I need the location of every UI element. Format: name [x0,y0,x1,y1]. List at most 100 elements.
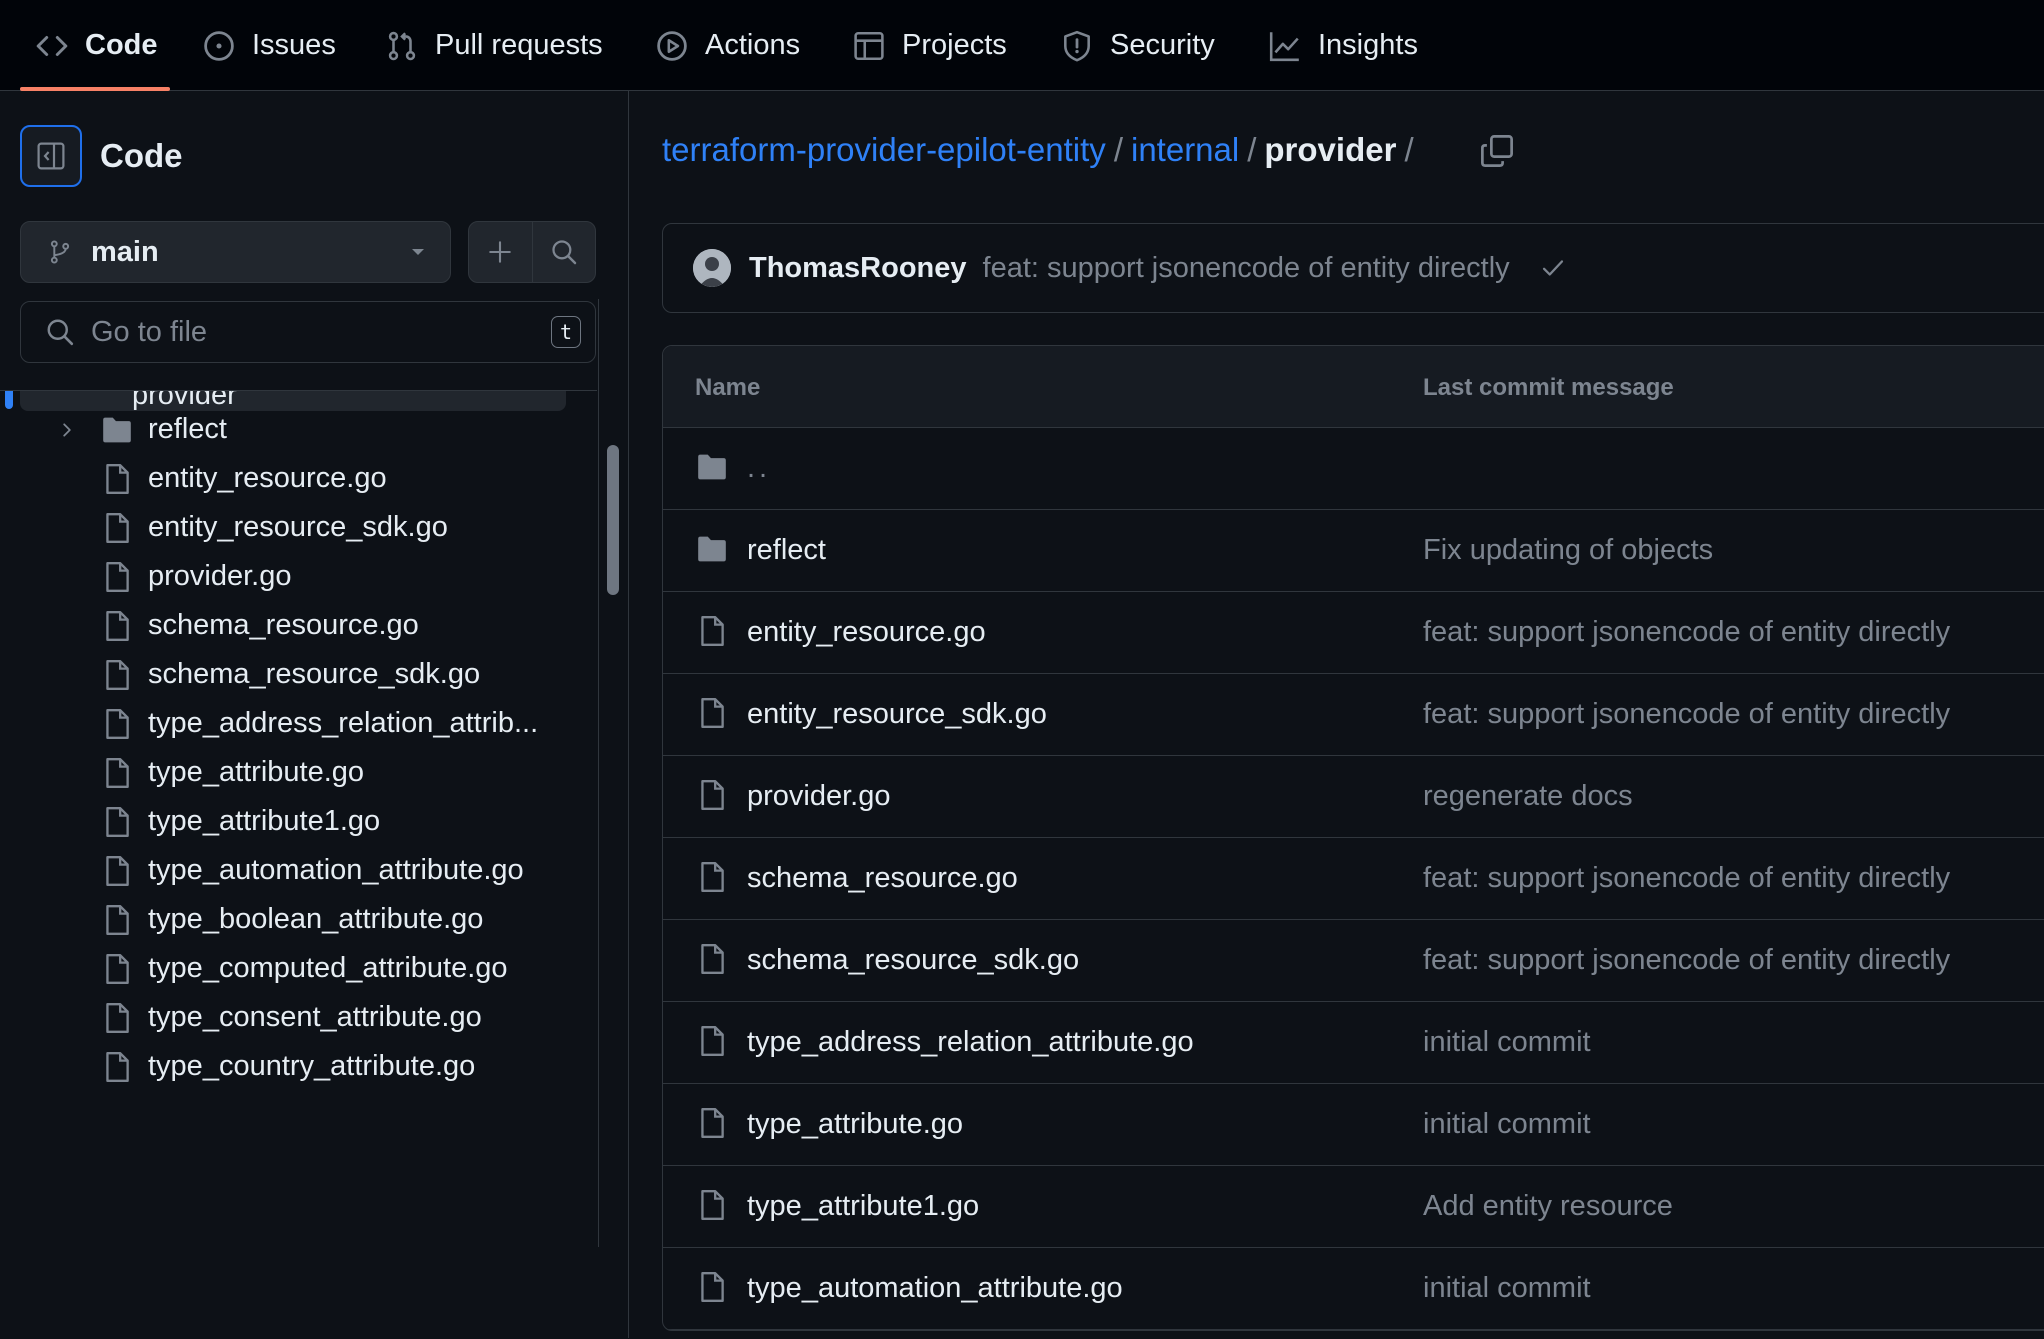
collapse-panel-button[interactable] [20,125,82,187]
chevron-right-icon[interactable] [58,421,76,439]
file-row[interactable]: entity_resource.go feat: support jsonenco… [663,592,2044,674]
copy-path-button[interactable] [1479,133,1515,169]
commit-message-link[interactable]: Fix updating of objects [1423,534,1713,567]
commit-message-link[interactable]: feat: support jsonencode of entity direc… [1423,698,1950,731]
parent-directory-link[interactable]: .. [747,452,771,485]
shield-icon [1064,30,1090,62]
file-icon [100,560,134,594]
file-icon [100,707,134,741]
commit-message-link[interactable]: feat: support jsonencode of entity direc… [1423,616,1950,649]
main-content: terraform-provider-epilot-entity / inter… [629,91,2044,1338]
parent-directory-row[interactable]: .. [663,428,2044,510]
graph-icon [1269,31,1299,61]
tab-actions[interactable]: Actions [655,0,800,91]
tab-security[interactable]: Security [1060,0,1215,91]
search-icon [47,319,74,346]
file-name-link[interactable]: reflect [747,534,826,567]
tree-item[interactable]: schema_resource_sdk.go [0,650,580,699]
file-row[interactable]: type_attribute1.go Add entity resource [663,1166,2044,1248]
file-name-link[interactable]: type_automation_attribute.go [747,1272,1123,1305]
breadcrumb-folder-link[interactable]: internal [1131,131,1239,169]
file-row[interactable]: type_attribute.go initial commit [663,1084,2044,1166]
tree-item[interactable]: schema_resource.go [0,601,580,650]
file-row[interactable]: reflect Fix updating of objects [663,510,2044,592]
file-name-link[interactable]: type_attribute1.go [747,1190,979,1223]
tree-item[interactable]: type_boolean_attribute.go [0,895,580,944]
breadcrumb-current: provider [1264,131,1397,168]
avatar[interactable] [693,249,731,287]
tree-item[interactable]: reflect [0,405,580,454]
commit-message-link[interactable]: Add entity resource [1423,1190,1673,1223]
file-name-link[interactable]: schema_resource.go [747,862,1018,895]
tree-scrollbar-track[interactable] [598,299,629,1247]
commit-message-link[interactable]: initial commit [1423,1108,1591,1141]
file-icon [100,658,134,692]
breadcrumb-separator: / [1404,131,1414,168]
tree-item[interactable]: entity_resource.go [0,454,580,503]
tree-item[interactable]: type_attribute.go [0,748,580,797]
commit-message-link[interactable]: regenerate docs [1423,780,1633,813]
commit-message-link[interactable]: feat: support jsonencode of entity direc… [1423,944,1950,977]
file-row[interactable]: schema_resource.go feat: support jsonenco… [663,838,2044,920]
sidebar-collapse-icon [37,142,65,170]
search-icon [552,240,576,265]
tree-item-label: schema_resource.go [148,609,419,641]
file-name-link[interactable]: entity_resource.go [747,616,986,649]
tab-code[interactable]: Code [35,0,158,91]
file-row[interactable]: schema_resource_sdk.go feat: support json… [663,920,2044,1002]
tab-projects[interactable]: Projects [852,0,1007,91]
tab-insights-label: Insights [1318,29,1418,61]
branch-name: main [91,235,159,268]
breadcrumb: terraform-provider-epilot-entity / inter… [662,131,1422,169]
file-icon [695,1188,729,1222]
file-icon [695,942,729,976]
tab-issues[interactable]: Issues [202,0,336,91]
breadcrumb-repo-link[interactable]: terraform-provider-epilot-entity [662,131,1106,169]
check-icon [1542,260,1563,276]
tree-item-label: type_boolean_attribute.go [148,903,484,935]
tab-pull-requests[interactable]: Pull requests [385,0,603,91]
plus-icon [489,241,512,263]
tree-item[interactable]: type_automation_attribute.go [0,846,580,895]
commit-message-link[interactable]: initial commit [1423,1272,1591,1305]
commit-message[interactable]: feat: support jsonencode of entity direc… [983,252,1510,285]
column-header-message: Last commit message [1423,374,1674,401]
user-avatar-icon [693,249,731,287]
search-tree-button[interactable] [533,222,596,282]
tree-item[interactable]: type_attribute1.go [0,797,580,846]
file-tree: provider reflect entity_resource.go entity_… [0,390,597,1339]
file-name-link[interactable]: entity_resource_sdk.go [747,698,1047,731]
file-row[interactable]: provider.go regenerate docs [663,756,2044,838]
branch-selector[interactable]: main [20,221,451,283]
file-icon [100,805,134,839]
tab-insights[interactable]: Insights [1268,0,1418,91]
tree-item[interactable]: type_country_attribute.go [0,1042,580,1091]
tree-item[interactable]: type_computed_attribute.go [0,944,580,993]
commit-message-link[interactable]: initial commit [1423,1026,1591,1059]
commit-message-link[interactable]: feat: support jsonencode of entity direc… [1423,862,1950,895]
tab-issues-label: Issues [252,29,336,61]
file-name-link[interactable]: provider.go [747,780,891,813]
tree-item-label: reflect [148,413,227,445]
tree-scrollbar-thumb[interactable] [607,445,619,595]
go-to-file-input[interactable]: Go to file t [20,301,596,363]
tree-item[interactable]: type_consent_attribute.go [0,993,580,1042]
file-icon [695,1024,729,1058]
file-name-link[interactable]: type_attribute.go [747,1108,963,1141]
breadcrumb-separator: / [1247,131,1257,168]
file-row[interactable]: type_automation_attribute.go initial comm… [663,1248,2044,1330]
latest-commit-box: ThomasRooney feat: support jsonencode of… [662,223,2044,313]
commit-author[interactable]: ThomasRooney [749,252,967,285]
tree-item[interactable]: type_address_relation_attrib... [0,699,580,748]
file-icon [100,903,134,937]
file-name-link[interactable]: schema_resource_sdk.go [747,944,1079,977]
add-file-button[interactable] [469,222,533,282]
file-row[interactable]: entity_resource_sdk.go feat: support json… [663,674,2044,756]
files-table-header: Name Last commit message [663,346,2044,428]
file-name-link[interactable]: type_address_relation_attribute.go [747,1026,1194,1059]
tree-item[interactable]: entity_resource_sdk.go [0,503,580,552]
tree-item[interactable]: provider.go [0,552,580,601]
file-icon [100,756,134,790]
file-icon [100,1050,134,1084]
file-row[interactable]: type_address_relation_attribute.go initia… [663,1002,2044,1084]
